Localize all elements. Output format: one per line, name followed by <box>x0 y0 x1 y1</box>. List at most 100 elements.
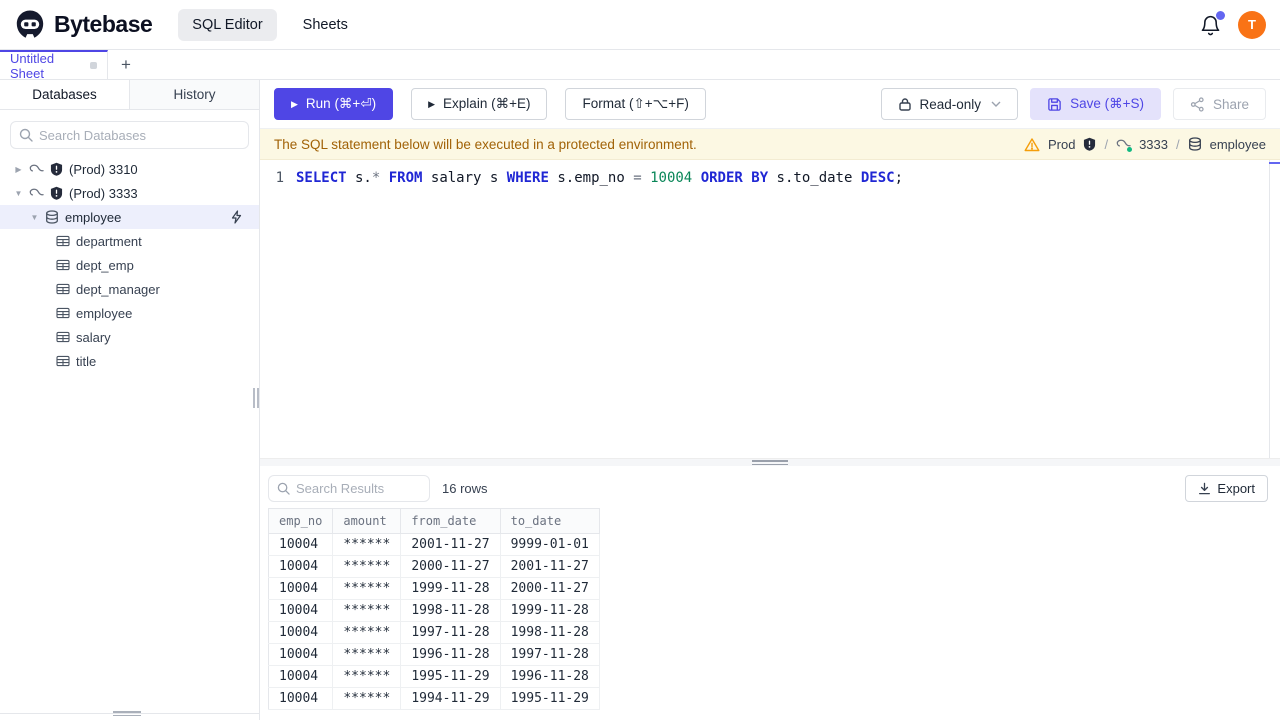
results-resize-divider[interactable] <box>260 458 1280 466</box>
topbar-right: T <box>1200 10 1266 39</box>
database-icon <box>1188 136 1202 152</box>
result-row[interactable]: 10004 ****** 1994-11-29 1995-11-29 <box>268 687 600 710</box>
table-icon <box>56 331 70 343</box>
format-button[interactable]: Format (⇧+⌥+F) <box>565 88 706 120</box>
search-icon <box>19 128 33 142</box>
share-icon <box>1190 96 1205 112</box>
sheet-tab-untitled[interactable]: Untitled Sheet <box>0 50 108 81</box>
results-header-row: emp_no amount from_date to_date <box>268 508 600 534</box>
database-search-input[interactable] <box>39 127 240 143</box>
online-status-dot <box>1127 146 1133 152</box>
result-row[interactable]: 10004 ****** 1998-11-28 1999-11-28 <box>268 599 600 622</box>
sheet-tab-label: Untitled Sheet <box>10 50 55 81</box>
nav-sheets[interactable]: Sheets <box>289 9 362 41</box>
table-icon <box>56 307 70 319</box>
tree-item-database-employee[interactable]: ▼ employee <box>0 205 259 229</box>
sidebar-resize-handle[interactable] <box>253 388 259 408</box>
tab-history[interactable]: History <box>130 80 259 109</box>
connection-breadcrumb: Prod / 3333 / employee <box>1024 137 1266 152</box>
explain-button[interactable]: ▶ Explain (⌘+E) <box>411 88 548 120</box>
export-button[interactable]: Export <box>1185 475 1268 502</box>
database-icon <box>45 209 59 225</box>
save-icon <box>1047 97 1062 112</box>
table-icon <box>56 283 70 295</box>
results-tbody: 10004 ****** 2001-11-27 9999-01-01 10004 ****… <box>268 533 600 710</box>
result-row[interactable]: 10004 ****** 1996-11-28 1997-11-28 <box>268 643 600 666</box>
tree-item-table-employee[interactable]: employee <box>0 301 259 325</box>
environment-label[interactable]: Prod <box>1048 137 1075 152</box>
table-icon <box>56 355 70 367</box>
breadcrumb-separator: / <box>1104 136 1109 152</box>
add-sheet-button[interactable]: + <box>108 50 144 79</box>
notifications-button[interactable] <box>1200 10 1225 36</box>
tree-item-instance-3310[interactable]: ▶ (Prod) 3310 <box>0 157 259 181</box>
instance-label[interactable]: 3333 <box>1139 137 1168 152</box>
sidebar-tabs: Databases History <box>0 80 259 110</box>
brand-name: Bytebase <box>54 11 153 37</box>
tree-item-table-dept_manager[interactable]: dept_manager <box>0 277 259 301</box>
readonly-mode-button[interactable]: Read-only <box>880 88 1019 120</box>
toolbar-right-group: Read-only Save (⌘+S) Share <box>880 88 1266 120</box>
shield-alert-icon <box>50 186 63 200</box>
column-header-emp_no: emp_no <box>268 508 334 534</box>
results-panel: 16 rows Export emp_noamountfrom_dateto_d… <box>260 466 1280 720</box>
download-icon <box>1198 482 1211 495</box>
column-header-to_date: to_date <box>500 508 600 534</box>
column-header-amount: amount <box>332 508 402 534</box>
table-label: employee <box>76 305 133 321</box>
mysql-icon <box>29 187 44 200</box>
shield-alert-icon <box>50 162 63 176</box>
result-row[interactable]: 10004 ****** 2001-11-27 9999-01-01 <box>268 533 600 556</box>
sql-code-line[interactable]: SELECT s.* FROM salary s WHERE s.emp_no … <box>296 168 903 188</box>
save-button[interactable]: Save (⌘+S) <box>1030 88 1161 120</box>
tree-item-table-title[interactable]: title <box>0 349 259 373</box>
database-search[interactable] <box>10 121 249 149</box>
table-icon <box>56 235 70 247</box>
tab-databases[interactable]: Databases <box>0 80 130 109</box>
results-search[interactable] <box>268 475 430 502</box>
top-nav: SQL Editor Sheets <box>178 8 362 41</box>
result-row[interactable]: 10004 ****** 2000-11-27 2001-11-27 <box>268 555 600 578</box>
code-line: 1 SELECT s.* FROM salary s WHERE s.emp_n… <box>260 160 1280 188</box>
instance-label: (Prod) 3333 <box>69 185 138 201</box>
chevron-down-icon[interactable]: ▼ <box>14 189 23 198</box>
protected-environment-banner: The SQL statement below will be executed… <box>260 129 1280 160</box>
tree-item-instance-3333[interactable]: ▼ (Prod) 3333 <box>0 181 259 205</box>
share-button[interactable]: Share <box>1172 88 1266 120</box>
column-header-from_date: from_date <box>400 508 501 534</box>
table-label: dept_manager <box>76 281 160 297</box>
table-label: title <box>76 353 97 369</box>
nav-sql-editor[interactable]: SQL Editor <box>178 8 277 41</box>
result-row[interactable]: 10004 ****** 1999-11-28 2000-11-27 <box>268 577 600 600</box>
quick-action-bolt-icon[interactable] <box>230 210 242 224</box>
results-search-input[interactable] <box>296 481 421 496</box>
editor-overview-ruler[interactable] <box>1269 160 1280 458</box>
database-tree: ▶ (Prod) 3310 ▼ (Prod) 3333 ▼ employee d… <box>0 157 259 373</box>
database-label[interactable]: employee <box>1210 137 1266 152</box>
sheet-tab-bar: Untitled Sheet + <box>0 50 1280 81</box>
chevron-down-icon[interactable]: ▼ <box>30 213 39 222</box>
chevron-right-icon[interactable]: ▶ <box>14 165 23 174</box>
breadcrumb-separator: / <box>1176 136 1180 152</box>
tree-item-table-department[interactable]: department <box>0 229 259 253</box>
results-table: emp_no amount from_date to_date 10004 ******… <box>268 508 600 710</box>
sql-editor-area[interactable]: 1 SELECT s.* FROM salary s WHERE s.emp_n… <box>260 160 1280 458</box>
main-panel: ▶ Run (⌘+⏎) ▶ Explain (⌘+E) Format (⇧+⌥+… <box>260 80 1280 720</box>
tree-item-table-dept_emp[interactable]: dept_emp <box>0 253 259 277</box>
sidebar-bottom-resize-handle[interactable] <box>113 711 141 718</box>
result-row[interactable]: 10004 ****** 1997-11-28 1998-11-28 <box>268 621 600 644</box>
avatar[interactable]: T <box>1238 10 1266 39</box>
table-icon <box>56 259 70 271</box>
mysql-icon <box>29 163 44 176</box>
sidebar: Databases History ▶ <box>0 80 260 720</box>
brand[interactable]: Bytebase <box>14 9 153 41</box>
result-row[interactable]: 10004 ****** 1995-11-29 1996-11-28 <box>268 665 600 688</box>
line-number: 1 <box>275 170 284 186</box>
top-bar: Bytebase SQL Editor Sheets T <box>0 0 1280 50</box>
bytebase-logo-icon <box>14 9 46 41</box>
ruler-cursor-mark <box>1269 162 1280 164</box>
warning-triangle-icon <box>1024 137 1040 152</box>
run-button[interactable]: ▶ Run (⌘+⏎) <box>274 88 394 120</box>
table-label: department <box>76 233 142 249</box>
tree-item-table-salary[interactable]: salary <box>0 325 259 349</box>
